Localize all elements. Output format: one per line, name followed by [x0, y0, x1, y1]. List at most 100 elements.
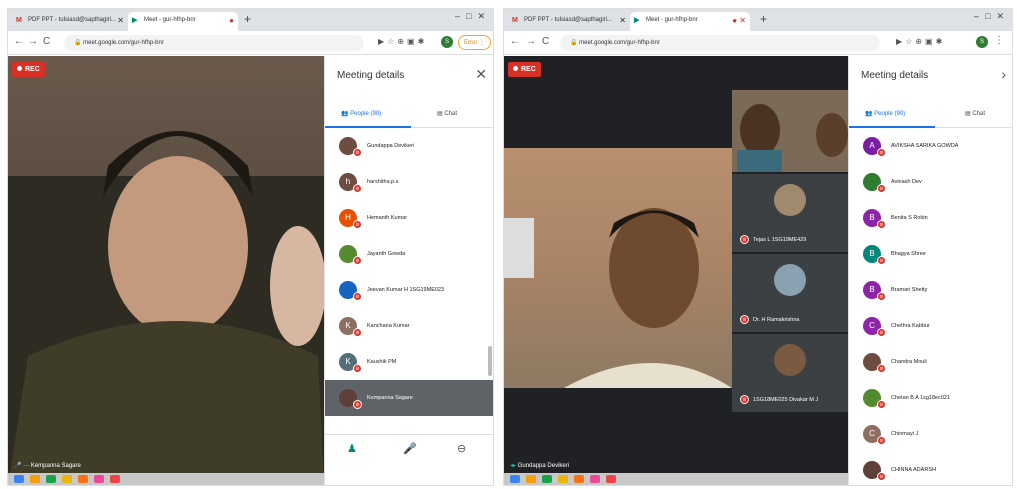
leave-call-icon[interactable]: ⊖ — [457, 442, 466, 455]
profile-avatar[interactable]: S — [976, 36, 988, 48]
back-icon[interactable]: ← — [510, 36, 520, 47]
taskbar-app-icon[interactable] — [510, 475, 520, 483]
participant-row[interactable]: h ⊘ harshitha.p.s — [325, 164, 493, 200]
close-tab-icon[interactable]: ✕ — [619, 16, 626, 25]
participant-row[interactable]: ⊘ Kempanna Sagare — [325, 380, 493, 416]
tab-meet[interactable]: ▶ Meet - gur-hfhp-bnr ● — [128, 12, 238, 31]
participant-name: Chandra Mouli — [891, 359, 927, 365]
mic-icon[interactable]: 🎤 — [403, 442, 417, 455]
recording-dot-icon: ● ✕ — [732, 16, 746, 25]
taskbar-app-icon[interactable] — [30, 475, 40, 483]
back-icon[interactable]: ← — [14, 36, 24, 47]
participant-row[interactable]: C ⊘ Chinmayi J — [849, 416, 1012, 452]
participant-row[interactable]: ⊘ Avinash Dev — [849, 164, 1012, 200]
participant-row[interactable]: ⊘ Gundappa Devikeri — [325, 128, 493, 164]
participant-row[interactable]: C ⊘ Chethra Kabbur — [849, 308, 1012, 344]
scrollbar[interactable] — [488, 346, 492, 376]
url-input[interactable]: 🔒 meet.google.com/gur-hfhp-bnr — [64, 35, 364, 51]
tab-bar: M PDF PPT - tulsiasd@sapthagiri... ✕ ▶ M… — [8, 9, 493, 31]
participant-row[interactable]: K ⊘ Kanchana Kumar — [325, 308, 493, 344]
participant-row[interactable]: K ⊘ Kaushik PM — [325, 344, 493, 380]
tab-gmail[interactable]: M PDF PPT - tulsiasd@sapthagiri... ✕ — [508, 12, 630, 31]
menu-icon[interactable]: ⋮ — [994, 35, 1004, 46]
url-input[interactable]: 🔒 meet.google.com/gur-hfhp-bnr — [560, 35, 880, 51]
extension-icons[interactable]: ▶☆⊕▣✱ — [378, 37, 427, 46]
extension-icons[interactable]: ▶☆⊕▣✱ — [896, 37, 945, 46]
window-controls[interactable]: –□✕ — [974, 11, 1010, 22]
profile-avatar[interactable]: S — [441, 36, 453, 48]
main-video: REC 🎤 ··· Kempanna Sagare — [8, 56, 324, 485]
close-icon[interactable]: › — [1001, 66, 1006, 82]
taskbar-app-icon[interactable] — [590, 475, 600, 483]
taskbar — [504, 473, 848, 485]
mic-off-icon: ⊘ — [877, 256, 886, 265]
taskbar-app-icon[interactable] — [78, 475, 88, 483]
new-tab-icon[interactable]: + — [760, 12, 767, 26]
reload-icon[interactable]: C — [542, 36, 549, 47]
participant-row[interactable]: B ⊘ Bhagya Shree — [849, 236, 1012, 272]
tab-people[interactable]: 👥 People (90) — [341, 110, 381, 117]
taskbar-app-icon[interactable] — [574, 475, 584, 483]
participant-row[interactable]: B ⊘ Bramari Shetty — [849, 272, 1012, 308]
right-browser-window: M PDF PPT - tulsiasd@sapthagiri... ✕ ▶ M… — [503, 8, 1013, 486]
taskbar-app-icon[interactable] — [46, 475, 56, 483]
people-list: ⊘ Gundappa Devikeri h ⊘ harshitha.p.s H ⊘ Heman… — [325, 128, 493, 416]
participant-name: Chinmayi J — [891, 431, 919, 437]
participant-name: ⊘ Tejas L 1SG19ME429 — [740, 235, 806, 244]
reload-icon[interactable]: C — [43, 36, 50, 47]
mic-off-icon: ⊘ — [353, 364, 362, 373]
mic-off-icon: ⊘ — [353, 256, 362, 265]
new-tab-icon[interactable]: + — [244, 12, 251, 26]
participant-tile-video — [732, 90, 848, 172]
participant-row[interactable]: ⊘ Jeevan Kumar H 1SG19ME023 — [325, 272, 493, 308]
participant-tile[interactable]: ⊘ 1SG18ME025 Divakar M J — [732, 334, 848, 412]
tab-meet[interactable]: ▶ Meet - gur-hfhp-bnr ● ✕ — [630, 12, 750, 31]
participant-row[interactable]: ⊘ Chandra Mouli — [849, 344, 1012, 380]
taskbar-app-icon[interactable] — [526, 475, 536, 483]
participant-tile[interactable]: ⊘ Dr. H Ramakrishna — [732, 254, 848, 332]
mic-off-icon: ⊘ — [740, 395, 749, 404]
participant-row[interactable]: A ⊘ AVIKSHA SARIKA GOWDA — [849, 128, 1012, 164]
forward-icon[interactable]: → — [526, 36, 536, 47]
participant-row[interactable]: ⊘ CHINNA ADARSH — [849, 452, 1012, 485]
participant-row[interactable]: ⊘ Chetan B A 1sg18ec021 — [849, 380, 1012, 416]
taskbar — [8, 473, 324, 485]
tab-chat[interactable]: ▤ Chat — [437, 110, 457, 117]
speaker-video-frame — [8, 131, 324, 485]
address-bar: ← → C 🔒 meet.google.com/gur-hfhp-bnr ▶☆⊕… — [8, 31, 493, 55]
forward-icon[interactable]: → — [28, 36, 38, 47]
people-icon: 👥 — [341, 111, 349, 117]
close-icon[interactable]: ✕ — [475, 66, 487, 83]
participant-row[interactable]: H ⊘ Hemanth Kumar — [325, 200, 493, 236]
participant-name: ⊘ Dr. H Ramakrishna — [740, 315, 799, 324]
participant-name: ⊘ 1SG18ME025 Divakar M J — [740, 395, 818, 404]
taskbar-app-icon[interactable] — [14, 475, 24, 483]
person-add-icon[interactable]: ♟ — [347, 442, 357, 455]
taskbar-app-icon[interactable] — [62, 475, 72, 483]
taskbar-app-icon[interactable] — [558, 475, 568, 483]
tab-bar: M PDF PPT - tulsiasd@sapthagiri... ✕ ▶ M… — [504, 9, 1012, 31]
speaker-video-frame — [504, 208, 732, 388]
mic-icon: 🎤 — [14, 463, 22, 469]
people-list: A ⊘ AVIKSHA SARIKA GOWDA ⊘ Avinash Dev B ⊘ Beni… — [849, 128, 1012, 485]
tab-chat[interactable]: ▤ Chat — [965, 110, 985, 117]
participant-name: Jayanth Gowda — [367, 251, 406, 257]
error-button[interactable]: Error ⋮ — [458, 35, 492, 50]
taskbar-app-icon[interactable] — [94, 475, 104, 483]
tab-people[interactable]: 👥 People (90) — [865, 110, 905, 117]
taskbar-app-icon[interactable] — [606, 475, 616, 483]
participant-row[interactable]: ⊘ Jayanth Gowda — [325, 236, 493, 272]
participant-row[interactable]: B ⊘ Benita S Robin — [849, 200, 1012, 236]
taskbar-app-icon[interactable] — [110, 475, 120, 483]
taskbar-app-icon[interactable] — [542, 475, 552, 483]
close-tab-icon[interactable]: ✕ — [117, 16, 124, 25]
participant-tile[interactable]: ⊘ Tejas L 1SG19ME429 — [732, 174, 848, 252]
window-controls[interactable]: –□✕ — [455, 11, 491, 22]
participant-name: Jeevan Kumar H 1SG19ME023 — [367, 287, 445, 293]
address-bar: ← → C 🔒 meet.google.com/gur-hfhp-bnr ▶☆⊕… — [504, 31, 1012, 55]
meeting-details-panel: Meeting details › 👥 People (90) ▤ Chat A… — [848, 56, 1012, 485]
speaker-name: 🎤 ··· Kempanna Sagare — [14, 463, 81, 469]
participant-name: Gundappa Devikeri — [367, 143, 415, 149]
tab-gmail[interactable]: M PDF PPT - tulsiasd@sapthagiri... ✕ — [12, 12, 128, 31]
chat-icon: ▤ — [437, 111, 443, 117]
